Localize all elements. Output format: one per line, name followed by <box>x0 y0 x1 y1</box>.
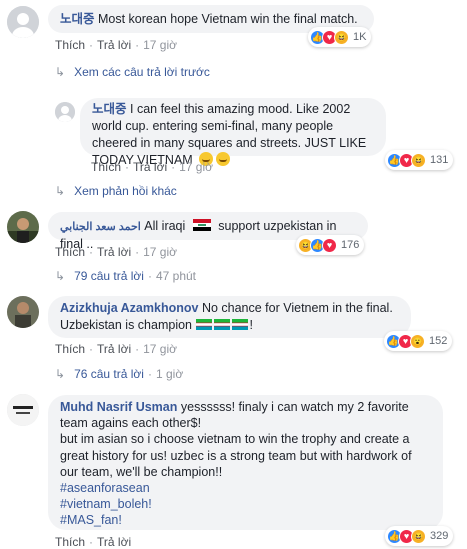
comment-text: All iraqi <box>144 219 186 233</box>
like-button[interactable]: Thích <box>55 342 85 356</box>
comment-text-cont: but im asian so i choose vietnam to win … <box>60 432 412 479</box>
view-previous-replies[interactable]: ↳ Xem các câu trả lời trước <box>55 65 210 79</box>
haha-icon: 😆 <box>334 29 349 45</box>
reply-arrow-icon: ↳ <box>55 367 66 381</box>
avatar[interactable] <box>7 394 39 426</box>
view-replies[interactable]: ↳ 76 câu trả lời · 1 giờ <box>55 367 183 381</box>
grin-emoji <box>216 152 231 166</box>
haha-icon: 😆 <box>411 528 426 544</box>
comment-text-cont: Uzbekistan is champion <box>60 317 193 332</box>
avatar[interactable] <box>7 211 39 243</box>
hashtag-link[interactable]: #aseanforasean <box>60 481 150 495</box>
user-photo <box>7 394 39 426</box>
uzbekistan-flag <box>231 318 248 330</box>
reaction-summary[interactable]: 👍 ♥ 😆 329 <box>385 526 454 546</box>
reaction-summary[interactable]: 👍 ♥ 😆 1K <box>308 27 372 47</box>
reaction-count: 176 <box>341 239 360 251</box>
hashtag-link[interactable]: #MAS_fan! <box>60 513 122 527</box>
reaction-count: 1K <box>353 31 367 43</box>
reaction-count: 329 <box>430 530 449 542</box>
comment-time[interactable]: 17 giờ <box>179 160 213 174</box>
like-button[interactable]: Thích <box>91 160 121 174</box>
reply-button[interactable]: Trả lời <box>97 245 131 259</box>
reply-arrow-icon: ↳ <box>55 269 66 283</box>
reply-button[interactable]: Trả lời <box>97 342 131 356</box>
reply-button[interactable]: Trả lời <box>97 535 131 549</box>
like-button[interactable]: Thích <box>55 38 85 52</box>
comment-actions: Thích · Trả lời <box>55 535 132 549</box>
view-replies[interactable]: ↳ 79 câu trả lời · 47 phút <box>55 269 196 283</box>
reply-arrow-icon: ↳ <box>55 184 66 198</box>
default-avatar-icon <box>7 6 39 38</box>
haha-icon: 😆 <box>411 152 426 168</box>
uzbekistan-flag <box>213 318 230 330</box>
user-photo <box>7 211 39 243</box>
comment-text: Most korean hope Vietnam win the final m… <box>98 12 358 26</box>
comment-actions: Thích · Trả lời · 17 giờ <box>91 160 213 174</box>
comment-bubble: Azizkhuja Azamkhonov No chance for Vietn… <box>48 296 411 338</box>
comment-bubble: 노대중 I can feel this amazing mood. Like 2… <box>80 98 386 167</box>
comment-actions: Thích · Trả lời · 17 giờ <box>55 342 177 356</box>
comment-author[interactable]: 노대중 <box>92 102 127 116</box>
comment-actions: Thích · Trả lời · 17 giờ <box>55 38 177 52</box>
hashtag-link[interactable]: #vietnam_boleh! <box>60 497 152 511</box>
wow-icon: 😮 <box>410 333 425 349</box>
avatar[interactable] <box>7 296 39 328</box>
like-button[interactable]: Thích <box>55 535 85 549</box>
like-button[interactable]: Thích <box>55 245 85 259</box>
comment-author[interactable]: Azizkhuja Azamkhonov <box>60 301 198 315</box>
comment-text: No chance for Vietnem in the final. <box>201 301 393 315</box>
comment-time[interactable]: 17 giờ <box>143 245 177 259</box>
comment-bubble: Muhd Nasrif Usman yessssss! finaly i can… <box>48 395 443 530</box>
reaction-summary[interactable]: 👍 ♥ 😮 152 <box>384 331 453 351</box>
reaction-count: 131 <box>430 154 449 166</box>
comment-author[interactable]: Muhd Nasrif Usman <box>60 400 177 414</box>
comment-time[interactable]: 17 giờ <box>143 38 177 52</box>
user-photo <box>7 296 39 328</box>
avatar[interactable] <box>7 6 39 38</box>
reaction-summary[interactable]: 😆 👍 ♥ 176 <box>296 235 365 255</box>
reply-arrow-icon: ↳ <box>55 65 66 79</box>
reaction-summary[interactable]: 👍 ♥ 😆 131 <box>385 150 454 170</box>
love-icon: ♥ <box>322 237 337 253</box>
reply-button[interactable]: Trả lời <box>97 38 131 52</box>
reply-button[interactable]: Trả lời <box>133 160 167 174</box>
reaction-count: 152 <box>429 335 448 347</box>
avatar[interactable] <box>55 102 75 122</box>
comment-time[interactable]: 17 giờ <box>143 342 177 356</box>
uzbekistan-flag <box>195 318 212 330</box>
default-avatar-icon <box>55 102 75 122</box>
comment-actions: Thích · Trả lời · 17 giờ <box>55 245 177 259</box>
iraq-flag <box>192 219 211 231</box>
comment-author[interactable]: 노대중 <box>60 12 95 26</box>
view-more-replies[interactable]: ↳ Xem phản hồi khác <box>55 184 177 198</box>
comment-author[interactable]: احمد سعد الجنابي <box>60 221 141 233</box>
